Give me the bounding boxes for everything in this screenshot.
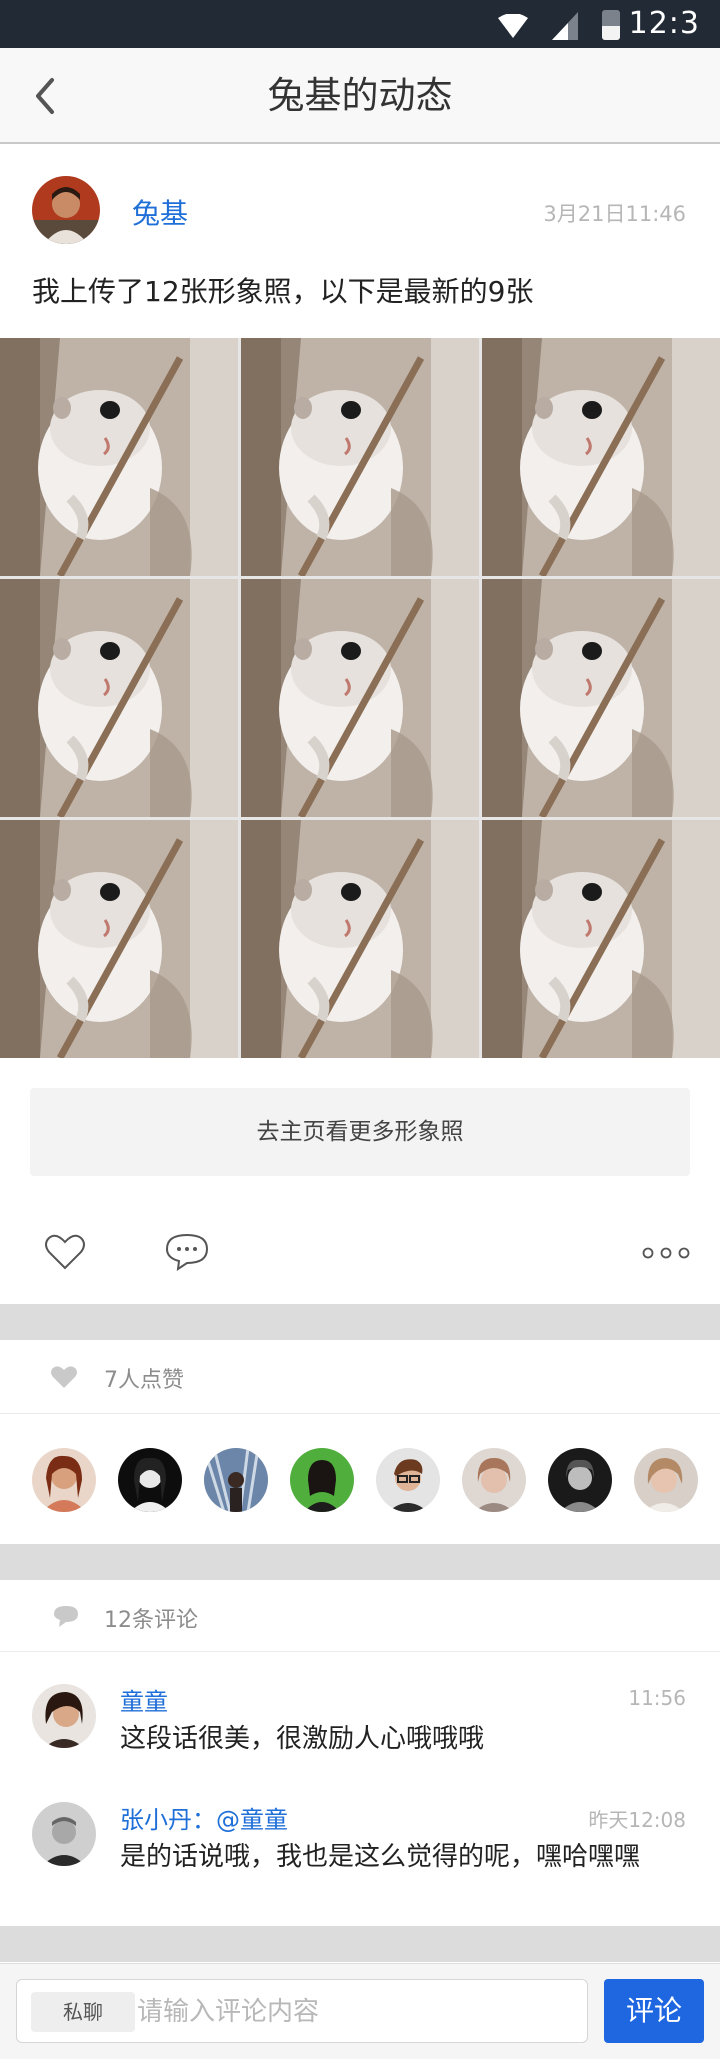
- liker-avatar[interactable]: [462, 1448, 526, 1512]
- post-photo[interactable]: [0, 338, 238, 576]
- status-time: 12:3: [628, 6, 700, 41]
- comment-text: 这段话很美，很激励人心哦哦哦: [120, 1724, 485, 1754]
- comment-item: 张小丹：@童童 昨天12:08 是的话说哦，我也是这么觉得的呢，嘿哈嘿嘿: [0, 1772, 720, 1890]
- nav-bar: 兔基的动态: [0, 48, 720, 144]
- heart-outline-icon[interactable]: [44, 1232, 86, 1272]
- likes-count: 7人点赞: [104, 1368, 184, 1393]
- liker-avatars: [0, 1416, 720, 1542]
- comments-header: 12条评论: [0, 1580, 720, 1652]
- comment-input-container: 私聊: [16, 1979, 588, 2043]
- liker-avatar[interactable]: [32, 1448, 96, 1512]
- more-photos-button[interactable]: 去主页看更多形象照: [30, 1088, 690, 1176]
- liker-avatar[interactable]: [118, 1448, 182, 1512]
- post-header: 兔基 3月21日11:46: [0, 146, 720, 266]
- comment-bubble-icon[interactable]: [164, 1232, 210, 1272]
- submit-comment-button[interactable]: 评论: [604, 1979, 704, 2043]
- post-photo[interactable]: [482, 820, 720, 1058]
- comment-timestamp: 11:56: [628, 1686, 686, 1710]
- liker-avatar[interactable]: [548, 1448, 612, 1512]
- heart-icon: [51, 1366, 77, 1388]
- battery-icon: [602, 10, 620, 40]
- more-dots-icon[interactable]: [642, 1246, 690, 1260]
- section-divider: [0, 1304, 720, 1340]
- page-title: 兔基的动态: [267, 74, 453, 117]
- author-name[interactable]: 兔基: [132, 192, 188, 232]
- commenter-name[interactable]: 童童: [120, 1682, 168, 1717]
- comments-count: 12条评论: [104, 1608, 198, 1633]
- post-timestamp: 3月21日11:46: [543, 202, 686, 226]
- wifi-icon: [498, 14, 528, 38]
- commenter-avatar[interactable]: [32, 1684, 96, 1748]
- comment-timestamp: 昨天12:08: [588, 1808, 686, 1832]
- post-action-bar: [0, 1208, 720, 1304]
- post-text: 我上传了12张形象照，以下是最新的9张: [32, 275, 534, 308]
- liker-avatar[interactable]: [376, 1448, 440, 1512]
- post-photo[interactable]: [482, 579, 720, 817]
- comment-input[interactable]: [137, 1990, 577, 2034]
- private-message-button[interactable]: 私聊: [31, 1992, 135, 2032]
- commenter-name[interactable]: 张小丹：@童童: [120, 1800, 288, 1835]
- comment-item: 童童 11:56 这段话很美，很激励人心哦哦哦: [0, 1654, 720, 1772]
- post-photo[interactable]: [241, 579, 479, 817]
- section-divider: [0, 1926, 720, 1962]
- comment-icon: [54, 1606, 78, 1627]
- post-photo[interactable]: [0, 820, 238, 1058]
- post-photo[interactable]: [241, 338, 479, 576]
- cell-signal-icon: [552, 12, 578, 40]
- post-photo[interactable]: [0, 579, 238, 817]
- status-bar: 12:3: [0, 0, 720, 48]
- comment-input-bar: 私聊 评论: [0, 1963, 720, 2059]
- post-photo[interactable]: [241, 820, 479, 1058]
- mention-link: @童童: [216, 1806, 288, 1834]
- liker-avatar[interactable]: [634, 1448, 698, 1512]
- liker-avatar[interactable]: [204, 1448, 268, 1512]
- comment-text: 是的话说哦，我也是这么觉得的呢，嘿哈嘿嘿: [120, 1842, 641, 1872]
- section-divider: [0, 1544, 720, 1580]
- post-photo[interactable]: [482, 338, 720, 576]
- commenter-avatar[interactable]: [32, 1802, 96, 1866]
- likes-header: 7人点赞: [0, 1340, 720, 1414]
- photo-grid: [0, 338, 720, 1058]
- author-avatar[interactable]: [32, 176, 100, 244]
- liker-avatar[interactable]: [290, 1448, 354, 1512]
